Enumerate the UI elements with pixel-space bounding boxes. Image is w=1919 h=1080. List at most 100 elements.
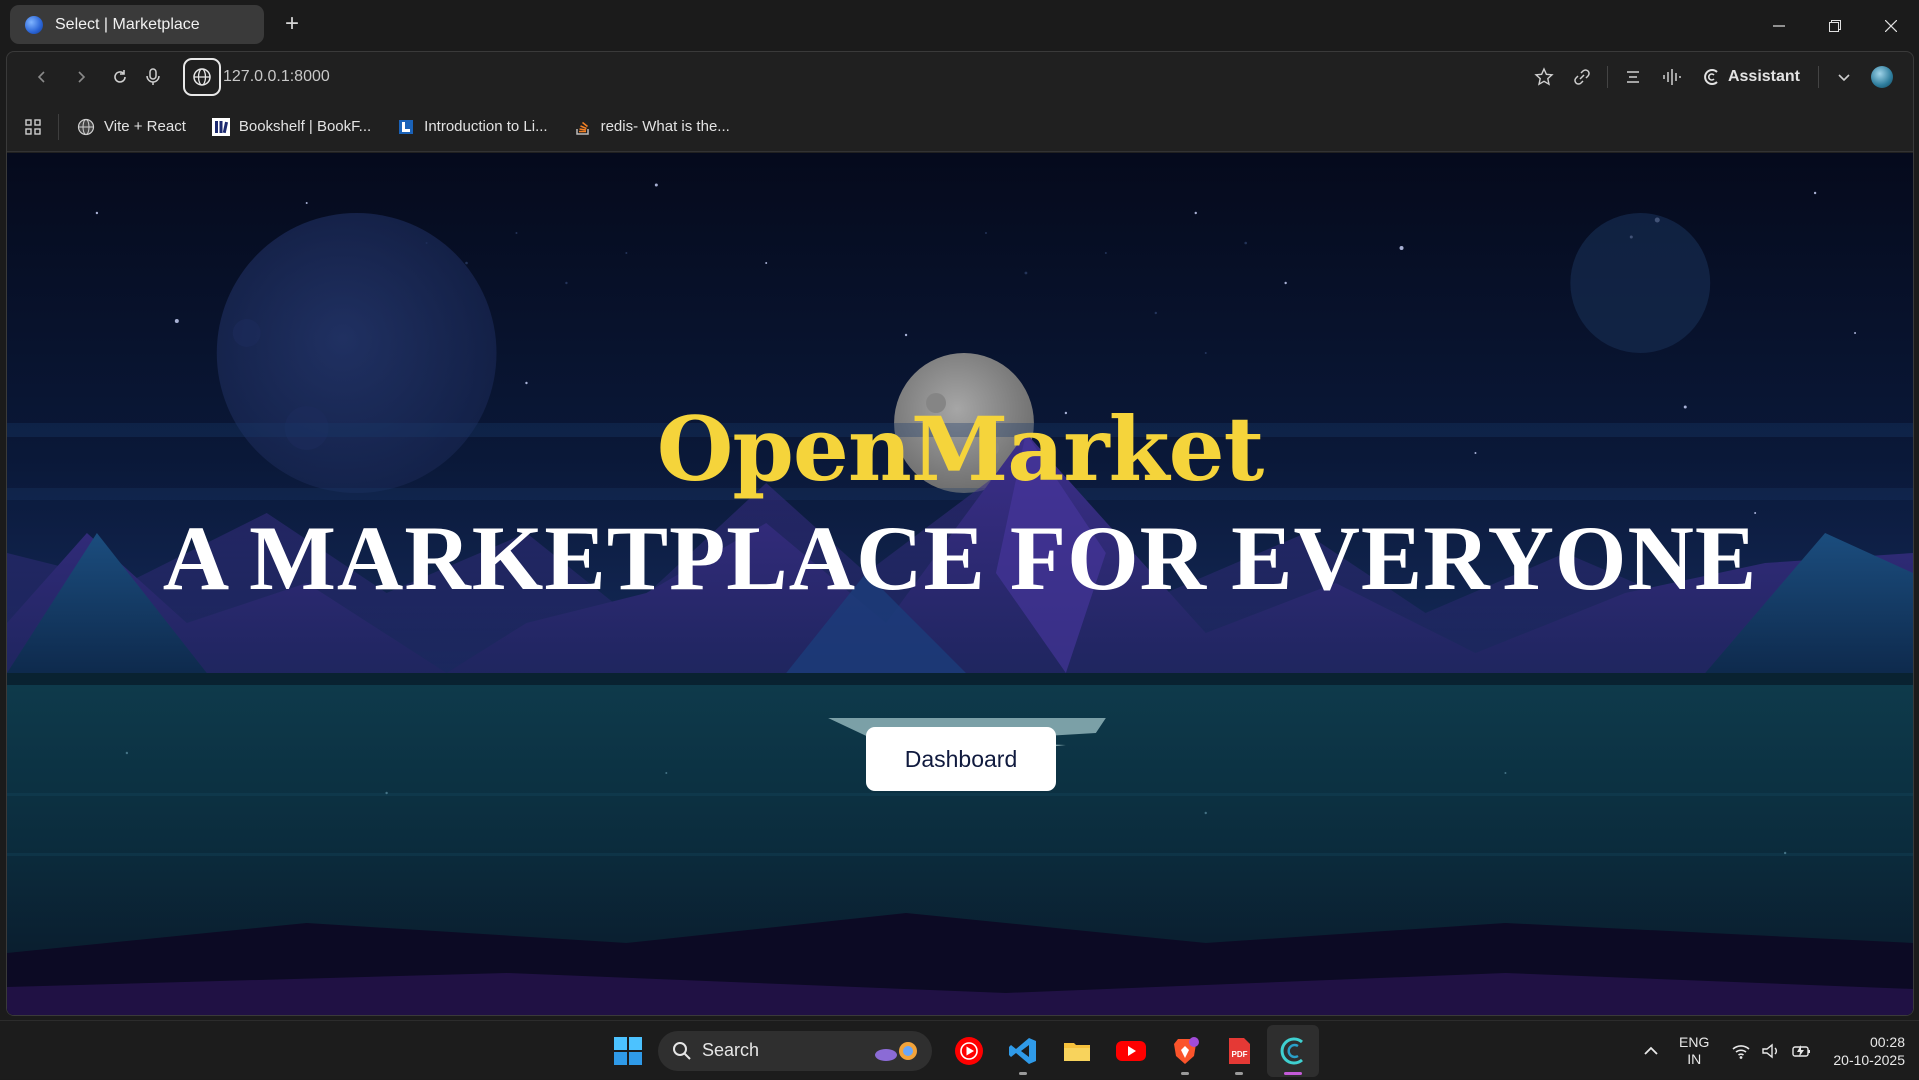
taskbar-app-file-explorer[interactable] xyxy=(1051,1025,1103,1077)
bookmark-label: Vite + React xyxy=(104,118,186,135)
restore-button[interactable] xyxy=(1807,0,1863,51)
svg-text:PDF: PDF xyxy=(1232,1050,1248,1059)
taskbar-app-brave[interactable] xyxy=(1159,1025,1211,1077)
assistant-icon xyxy=(1704,69,1718,85)
language-indicator[interactable]: ENG IN xyxy=(1679,1034,1709,1068)
site-info-button[interactable] xyxy=(183,58,221,96)
address-bar[interactable]: 127.0.0.1:8000 xyxy=(183,58,330,96)
profile-button[interactable] xyxy=(1865,60,1899,94)
battery-charging-icon xyxy=(1792,1044,1811,1057)
show-hidden-icons-button[interactable] xyxy=(1631,1043,1671,1059)
reload-button[interactable] xyxy=(105,62,135,92)
close-button[interactable] xyxy=(1863,0,1919,51)
brave-icon xyxy=(1174,1036,1199,1064)
back-arrow-icon xyxy=(37,71,45,83)
pdf-reader-icon: PDF xyxy=(1229,1037,1250,1064)
browser-icon xyxy=(1280,1037,1303,1064)
clock-time: 00:28 xyxy=(1869,1033,1905,1050)
clock-date: 20-10-2025 xyxy=(1833,1051,1905,1068)
link-icon xyxy=(1574,69,1590,85)
menu-dropdown-button[interactable] xyxy=(1827,60,1861,94)
browser-tab[interactable]: Select | Marketplace xyxy=(10,5,264,44)
forward-arrow-icon xyxy=(78,71,86,83)
voice-search-button[interactable] xyxy=(138,62,168,92)
taskbar-app-vscode[interactable] xyxy=(997,1025,1049,1077)
bookmark-star-button[interactable] xyxy=(1527,60,1561,94)
avatar xyxy=(1871,66,1893,88)
start-button[interactable] xyxy=(606,1029,650,1073)
back-button[interactable] xyxy=(27,62,57,92)
assistant-button[interactable]: Assistant xyxy=(1692,68,1810,86)
bookmark-item[interactable]: redis- What is the... xyxy=(562,118,742,136)
audio-button[interactable] xyxy=(1654,60,1688,94)
toolbar-actions: Assistant xyxy=(1527,52,1899,102)
youtube-music-icon xyxy=(955,1036,983,1065)
url-text[interactable]: 127.0.0.1:8000 xyxy=(223,68,330,86)
taskbar-app-pdf-reader[interactable]: PDF xyxy=(1213,1025,1265,1077)
taskbar-app-youtube-music[interactable] xyxy=(943,1025,995,1077)
stackoverflow-favicon-icon xyxy=(574,118,592,136)
page-viewport: OpenMarket A MARKETPLACE FOR EVERYONE Da… xyxy=(7,153,1913,1015)
taskbar-search[interactable]: Search xyxy=(658,1030,932,1071)
list-icon xyxy=(1626,71,1639,83)
bookmark-label: redis- What is the... xyxy=(600,118,730,135)
running-indicator xyxy=(1181,1071,1189,1075)
vscode-icon xyxy=(1009,1037,1036,1064)
bookmark-item[interactable]: Introduction to Li... xyxy=(385,118,559,136)
active-indicator xyxy=(1284,1071,1302,1075)
globe-favicon-icon xyxy=(25,15,43,34)
youtube-icon xyxy=(1116,1040,1146,1061)
forward-button[interactable] xyxy=(66,62,96,92)
title-bar: Select | Marketplace + xyxy=(0,0,1919,51)
minimize-icon xyxy=(1773,24,1785,27)
running-indicator xyxy=(1235,1071,1243,1075)
microphone-icon xyxy=(146,68,160,85)
apps-button[interactable] xyxy=(7,113,59,140)
clock[interactable]: 00:28 20-10-2025 xyxy=(1833,1033,1905,1069)
close-icon xyxy=(1885,19,1897,32)
windows-logo-icon xyxy=(614,1036,642,1065)
hero-section: OpenMarket A MARKETPLACE FOR EVERYONE Da… xyxy=(7,153,1913,1015)
taskbar-app-browser[interactable] xyxy=(1267,1024,1319,1077)
globe-icon xyxy=(193,68,211,86)
brand-title: OpenMarket xyxy=(656,397,1265,501)
taskbar: Search PDF ENG IN 00:28 20-10-2025 xyxy=(0,1020,1919,1079)
hero-tagline: A MARKETPLACE FOR EVERYONE xyxy=(162,507,1758,609)
bookmark-label: Bookshelf | BookF... xyxy=(238,118,372,135)
wifi-icon xyxy=(1732,1044,1750,1059)
reading-list-button[interactable] xyxy=(1616,60,1650,94)
taskbar-center: Search PDF xyxy=(606,1021,1320,1080)
minimize-button[interactable] xyxy=(1751,0,1807,51)
toolbar-divider xyxy=(1818,66,1819,88)
new-tab-button[interactable]: + xyxy=(280,12,304,36)
bookmark-item[interactable]: Bookshelf | BookF... xyxy=(200,117,383,136)
search-label: Search xyxy=(702,1040,760,1060)
dashboard-button[interactable]: Dashboard xyxy=(866,727,1056,791)
quick-settings[interactable] xyxy=(1731,1042,1813,1060)
globe-icon xyxy=(77,118,95,136)
tab-title: Select | Marketplace xyxy=(55,15,200,33)
window-controls xyxy=(1751,0,1919,51)
volume-icon xyxy=(1762,1043,1778,1058)
bookmark-item[interactable]: Vite + React xyxy=(65,118,198,136)
running-indicator xyxy=(1019,1071,1027,1075)
browser-window: 127.0.0.1:8000 Assistant Vite + React Bo… xyxy=(6,51,1914,1016)
reload-icon xyxy=(114,70,126,83)
linode-favicon-icon xyxy=(397,118,415,136)
chevron-up-icon xyxy=(1644,1046,1658,1055)
search-icon xyxy=(672,1041,692,1061)
language-code: ENG xyxy=(1679,1033,1710,1050)
file-explorer-icon xyxy=(1064,1042,1090,1061)
chevron-down-icon xyxy=(1838,74,1850,82)
language-region: IN xyxy=(1687,1050,1702,1067)
copy-link-button[interactable] xyxy=(1565,60,1599,94)
taskbar-app-youtube[interactable] xyxy=(1105,1025,1157,1077)
bookmark-label: Introduction to Li... xyxy=(424,118,548,135)
star-icon xyxy=(1534,67,1554,86)
toolbar-divider xyxy=(1606,66,1608,88)
browser-toolbar: 127.0.0.1:8000 Assistant xyxy=(7,52,1913,102)
search-highlight-icon xyxy=(875,1041,917,1061)
bookmarks-bar: Vite + React Bookshelf | BookF... Introd… xyxy=(7,102,1913,152)
bookshelf-favicon-icon xyxy=(211,117,230,136)
restore-icon xyxy=(1829,19,1841,32)
